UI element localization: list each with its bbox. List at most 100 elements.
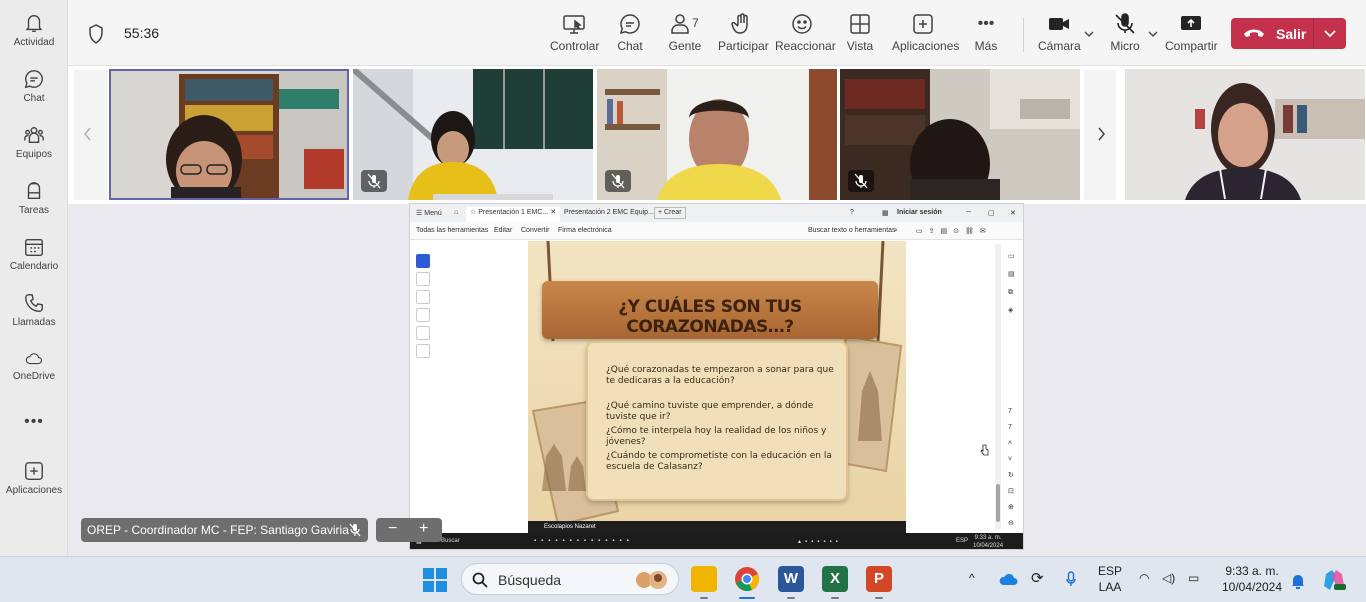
chevron-left-icon[interactable] — [83, 127, 93, 141]
apps-grid-icon[interactable]: ▦ — [882, 209, 889, 217]
minimize-icon[interactable]: ─ — [966, 209, 971, 216]
more-apps-button[interactable]: ••• — [0, 413, 68, 431]
view-button[interactable]: Vista — [846, 12, 874, 53]
convert-menu[interactable]: Convertir — [521, 227, 549, 234]
microphone-icon[interactable] — [1066, 571, 1076, 587]
layers-icon[interactable]: ◈ — [1008, 302, 1020, 320]
excel-icon[interactable]: X — [822, 566, 848, 592]
share-button[interactable]: Compartir — [1165, 12, 1218, 53]
chrome-icon[interactable] — [734, 566, 760, 592]
menu-label: Menú — [424, 210, 442, 217]
rail-item-activity[interactable]: Actividad — [0, 12, 68, 48]
toolbar-icons[interactable]: ▭⇪▤⊙⛓✉ — [916, 227, 992, 235]
sync-icon[interactable]: ⟳ — [1031, 569, 1044, 587]
react-button[interactable]: Reaccionar — [775, 12, 836, 53]
all-tools-menu[interactable]: Todas las herramientas — [416, 227, 488, 234]
raise-hand-button[interactable]: Participar — [718, 12, 769, 53]
participant-video — [597, 69, 837, 200]
eraser-tool-icon[interactable] — [416, 308, 430, 322]
rail-item-apps[interactable]: Aplicaciones — [0, 460, 68, 496]
page-down-icon[interactable]: ˅ — [1008, 452, 1014, 468]
wifi-icon[interactable]: ◠ — [1139, 571, 1149, 585]
word-icon[interactable]: W — [778, 566, 804, 592]
copilot-icon[interactable] — [1322, 568, 1346, 592]
text-tool-icon[interactable] — [416, 326, 430, 340]
volume-icon[interactable]: ◁) — [1162, 571, 1175, 585]
zoom-out-button[interactable]: − — [388, 520, 397, 538]
chevron-right-icon[interactable] — [1096, 127, 1106, 141]
more-button[interactable]: ••• Más — [974, 12, 998, 53]
tab-label: Presentación 1 EMC... — [478, 209, 549, 216]
apps-button[interactable]: Aplicaciones — [892, 12, 959, 53]
edit-pdf-icon[interactable]: ▤ — [1008, 266, 1020, 284]
copy-icon[interactable]: ⧉ — [1008, 284, 1020, 302]
notification-bell-icon[interactable] — [1291, 573, 1305, 589]
show-hidden-icons-icon[interactable]: ^ — [969, 571, 975, 585]
mic-button[interactable]: Micro — [1110, 12, 1140, 53]
people-button[interactable]: 7 Gente — [668, 12, 702, 53]
windows-start-icon[interactable] — [423, 568, 447, 592]
chat-button[interactable]: Chat — [616, 12, 644, 53]
fit-icon[interactable]: ⊡ — [1008, 484, 1014, 500]
react-label: Reaccionar — [775, 39, 836, 53]
signin-button[interactable]: Iniciar sesión — [897, 209, 942, 216]
pen-tool-icon[interactable] — [416, 290, 430, 304]
camera-button[interactable]: Cámara — [1038, 12, 1081, 53]
rotate-icon[interactable]: ↻ — [1008, 468, 1014, 484]
taskbar-clock[interactable]: 9:33 a. m. 10/04/2024 — [1218, 563, 1286, 595]
video-tile[interactable] — [840, 69, 1080, 200]
camera-options-chevron-icon[interactable] — [1084, 30, 1094, 38]
scroll-thumb[interactable] — [996, 484, 1000, 522]
zoom-out-icon[interactable]: ⊖ — [1008, 516, 1014, 532]
esign-menu[interactable]: Firma electrónica — [558, 227, 612, 234]
battery-icon[interactable]: ▭ — [1188, 571, 1199, 585]
rail-item-calendar[interactable]: Calendario — [0, 236, 68, 272]
zoom-in-icon[interactable]: ⊕ — [1008, 500, 1014, 516]
browser-menu[interactable]: ☰ Menú — [416, 209, 442, 217]
comment-tool-icon[interactable] — [416, 272, 430, 286]
rail-item-chat[interactable]: Chat — [0, 68, 68, 104]
rail-item-assignments[interactable]: Tareas — [0, 180, 68, 216]
rail-item-calls[interactable]: Llamadas — [0, 292, 68, 328]
mic-options-chevron-icon[interactable] — [1148, 30, 1158, 38]
remote-tray-icons[interactable]: ▴▪▪▪▪▪▪ — [798, 538, 842, 545]
windows-taskbar: Búsqueda W X P ^ ⟳ ESP LAA ◠ ◁) ▭ 9:33 a… — [0, 556, 1366, 602]
scrollbar[interactable] — [995, 244, 1001, 529]
rail-item-teams[interactable]: Equipos — [0, 124, 68, 160]
help-icon[interactable]: ? — [850, 209, 854, 216]
maximize-icon[interactable]: ▢ — [988, 209, 995, 217]
language-indicator[interactable]: ESP LAA — [1094, 563, 1126, 595]
remote-clock: 9:33 a. m. 10/04/2024 — [973, 534, 1003, 549]
edit-menu[interactable]: Editar — [494, 227, 512, 234]
tab-presentation-1[interactable]: ☆ Presentación 1 EMC... ✕ — [466, 207, 561, 222]
powerpoint-icon[interactable]: P — [866, 566, 892, 592]
close-icon[interactable]: ✕ — [1010, 209, 1016, 217]
file-explorer-icon[interactable] — [691, 566, 717, 592]
find-field[interactable]: Buscar texto o herramientas — [808, 227, 896, 234]
control-button[interactable]: Controlar — [550, 12, 599, 53]
video-tile[interactable] — [597, 69, 837, 200]
self-video-tile[interactable] — [1125, 69, 1365, 200]
select-tool-icon[interactable] — [416, 254, 430, 268]
search-icon[interactable]: ⌕ — [894, 227, 898, 235]
create-button[interactable]: + Crear — [654, 207, 686, 219]
rail-label: Calendario — [9, 261, 59, 272]
add-app-icon — [25, 462, 43, 480]
chevron-down-icon[interactable] — [1323, 25, 1337, 41]
leave-button[interactable]: Salir — [1231, 18, 1346, 49]
more-icon: ••• — [24, 413, 44, 430]
page-number[interactable]: 7 — [1008, 404, 1014, 420]
comment-icon[interactable]: ▭ — [1008, 248, 1020, 266]
video-tile[interactable] — [353, 69, 593, 200]
onedrive-icon[interactable] — [998, 572, 1018, 586]
stamp-tool-icon[interactable] — [416, 344, 430, 358]
taskbar-search[interactable]: Búsqueda — [461, 563, 679, 595]
rail-item-onedrive[interactable]: OneDrive — [0, 350, 68, 382]
zoom-in-button[interactable]: + — [419, 520, 428, 538]
remote-app-icons[interactable]: ▪▪▪▪▪▪▪▪▪▪▪▪▪▪ — [534, 538, 634, 544]
running-indicator — [787, 597, 795, 599]
tab-presentation-2[interactable]: Presentación 2 EMC Equip... — [564, 209, 654, 216]
home-icon[interactable]: ⌂ — [454, 209, 458, 216]
video-tile[interactable] — [109, 69, 349, 200]
page-up-icon[interactable]: ˄ — [1008, 436, 1014, 452]
